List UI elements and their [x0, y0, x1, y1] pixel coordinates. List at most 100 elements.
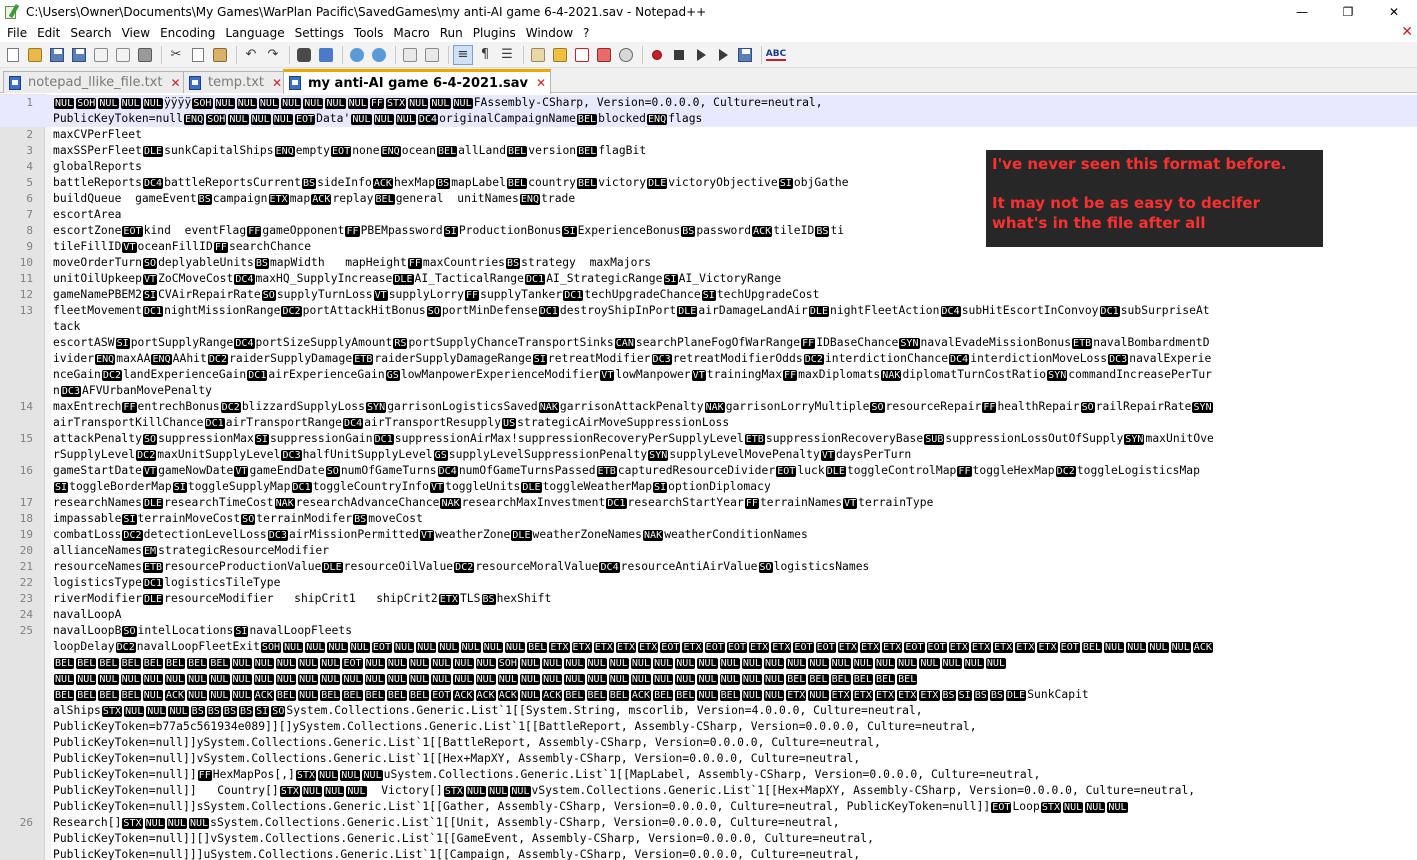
menu-run[interactable]: Run [436, 26, 467, 40]
menu-language[interactable]: Language [221, 26, 288, 40]
redo-icon[interactable]: ↷ [263, 45, 283, 65]
editor-line[interactable]: 24 navalLoopA [0, 607, 1417, 623]
find-icon[interactable] [294, 45, 314, 65]
editor-line[interactable]: PublicKeyToken=null]]]uSystem.Collection… [0, 847, 1417, 860]
editor-line[interactable]: PublicKeyToken=null]] FF HexMapPos[,] STX NU… [0, 767, 1417, 783]
user-lang-icon[interactable] [528, 45, 548, 65]
replace-icon[interactable] [316, 45, 336, 65]
monitoring-icon[interactable] [616, 45, 636, 65]
new-file-icon[interactable] [3, 45, 23, 65]
editor-line[interactable]: 17 researchNames DLE researchTimeCost NAK res… [0, 495, 1417, 511]
editor-line[interactable]: 18 impassable SI terrainMoveCost SO terrainMo… [0, 511, 1417, 527]
menu-view[interactable]: View [118, 26, 154, 40]
function-list-icon[interactable] [572, 45, 592, 65]
menu-settings[interactable]: Settings [291, 26, 348, 40]
restore-button[interactable]: ❐ [1325, 0, 1371, 23]
tab-close-icon[interactable]: ✕ [170, 76, 180, 90]
editor-line[interactable]: SI toggleBorderMap SI toggleSupplyMap DC1 tog… [0, 479, 1417, 495]
sync-vertical-icon[interactable] [400, 45, 420, 65]
tab-notepad-llike-file[interactable]: notepad_llike_file.txt ✕ [3, 71, 186, 93]
editor-line[interactable]: PublicKeyToken=null]]sSystem.Collections… [0, 799, 1417, 815]
editor-line[interactable]: PublicKeyToken=null]]vSystem.Collections… [0, 751, 1417, 767]
indent-guide-icon[interactable]: ☰ [497, 45, 517, 65]
paste-icon[interactable] [210, 45, 230, 65]
play-macro-icon[interactable] [691, 45, 711, 65]
control-char-badge: NUL [342, 674, 363, 685]
editor-line[interactable]: PublicKeyToken=null]] Country[] STX NUL NUL… [0, 783, 1417, 799]
control-char-badge: SO [1080, 402, 1095, 413]
editor-line[interactable]: 1 NUL SOH NUL NUL NUL ÿÿÿÿ SOH NUL NUL NUL NUL NUL NU… [0, 95, 1417, 111]
editor-line[interactable]: rSupplyLevel DC2 maxUnitSupplyLevel DC3 half… [0, 447, 1417, 463]
doc-map-icon[interactable] [550, 45, 570, 65]
editor-line[interactable]: PublicKeyToken=null]][]vSystem.Collectio… [0, 831, 1417, 847]
editor-line[interactable]: tack [0, 319, 1417, 335]
spell-check-icon[interactable]: ABC [765, 45, 787, 65]
print-icon[interactable] [135, 45, 155, 65]
close-button[interactable]: ✕ [1371, 0, 1417, 23]
copy-icon[interactable] [188, 45, 208, 65]
editor-line[interactable]: 22 logisticsType DC1 logisticsTileType [0, 575, 1417, 591]
editor-line[interactable]: BEL BEL BEL BEL NUL ACK NUL NUL NUL ACK BEL NUL BEL B… [0, 687, 1417, 703]
editor-line[interactable]: 2 maxCVPerFleet [0, 127, 1417, 143]
run-macro-multiple-icon[interactable] [713, 45, 733, 65]
editor-line[interactable]: 21 resourceNames ETB resourceProductionValu… [0, 559, 1417, 575]
editor-line[interactable]: PublicKeyToken=b77a5c561934e089]][]ySyst… [0, 719, 1417, 735]
editor-line[interactable]: PublicKeyToken=null]]ySystem.Collections… [0, 735, 1417, 751]
editor-line[interactable]: 15 attackPenalty SO suppressionMax SI suppres… [0, 431, 1417, 447]
menu-tools[interactable]: Tools [350, 26, 388, 40]
editor-line[interactable]: escortASW SI portSupplyRange DC4 portSizeSup… [0, 335, 1417, 351]
menu-plugins[interactable]: Plugins [469, 26, 520, 40]
editor-line[interactable]: n DC3 AFVUrbanMovePenalty [0, 383, 1417, 399]
tab-temp[interactable]: temp.txt ✕ [183, 71, 288, 93]
tab-close-icon[interactable]: ✕ [272, 76, 282, 90]
menu-window[interactable]: Window [522, 26, 577, 40]
close-all-icon[interactable] [113, 45, 133, 65]
editor-line[interactable]: 25 navalLoopB SO intelLocations SI navalLoopF… [0, 623, 1417, 639]
close-document-icon[interactable]: ✕ [1401, 24, 1413, 40]
menu-file[interactable]: File [3, 26, 31, 40]
tab-close-icon[interactable]: ✕ [536, 76, 546, 90]
undo-icon[interactable]: ↶ [241, 45, 261, 65]
editor-line[interactable]: 10 moveOrderTurn SO deplyableUnits BS mapWidt… [0, 255, 1417, 271]
control-char-badge: FF [369, 98, 384, 109]
editor-line[interactable]: 26 Research[] STX NUL NUL NUL sSystem.Collecti… [0, 815, 1417, 831]
word-wrap-icon[interactable]: ≡ [453, 44, 473, 65]
editor-line[interactable]: 14 maxEntrech FF entrechBonus DC2 blizzardSup… [0, 399, 1417, 415]
save-icon[interactable] [47, 45, 67, 65]
stop-record-icon[interactable] [669, 45, 689, 65]
show-all-chars-icon[interactable]: ¶ [475, 45, 495, 65]
zoom-out-icon[interactable] [369, 45, 389, 65]
editor-line[interactable]: 12 gameNamePBEM2 SI CVAirRepairRate SO supply… [0, 287, 1417, 303]
editor-line[interactable]: 19 combatLoss DC2 detectionLevelLoss DC3 airM… [0, 527, 1417, 543]
minimize-button[interactable]: — [1279, 0, 1325, 23]
cut-icon[interactable]: ✂ [166, 45, 186, 65]
menu-search[interactable]: Search [66, 26, 115, 40]
control-char-badge: NUL [697, 658, 718, 669]
close-icon[interactable] [91, 45, 111, 65]
editor-line[interactable]: airTransportKillChance DC1 airTransportRan… [0, 415, 1417, 431]
save-macro-icon[interactable] [735, 45, 755, 65]
editor-line[interactable]: alShips STX NUL NUL NUL BS BS BS BS SI SO System.Co… [0, 703, 1417, 719]
editor-line[interactable]: PublicKeyToken=null ENQ SOH NUL NUL NUL EOT Dat… [0, 111, 1417, 127]
save-all-icon[interactable] [69, 45, 89, 65]
tab-my-anti-ai-game[interactable]: my anti-AI game 6-4-2021.sav ✕ [283, 69, 552, 94]
zoom-in-icon[interactable] [347, 45, 367, 65]
editor-line[interactable]: 11 unitOilUpkeep VT ZoCMoveCost DC4 maxHQ_Sup… [0, 271, 1417, 287]
editor-line[interactable]: loopDelay DC2 navalLoopFleetExit SOH NUL NUL N… [0, 639, 1417, 655]
editor-line[interactable]: 13 fleetMovement DC1 nightMissionRange DC2 po… [0, 303, 1417, 319]
editor-line[interactable]: ivider ENQ maxAA ENQ AAhit DC2 raiderSupplyDam… [0, 351, 1417, 367]
menu-encoding[interactable]: Encoding [156, 26, 219, 40]
editor-line[interactable]: BEL BEL BEL BEL BEL BEL BEL BEL NUL NUL NUL NUL NUL E… [0, 655, 1417, 671]
editor-line[interactable]: nceGain DC2 landExperienceGain DC1 airExperi… [0, 367, 1417, 383]
editor-line[interactable]: 23 riverModifier DLE resourceModifier shipC… [0, 591, 1417, 607]
folder-workspace-icon[interactable] [594, 45, 614, 65]
menu-help[interactable]: ? [579, 26, 593, 40]
editor-line[interactable]: 20 allianceNames EM strategicResourceModifi… [0, 543, 1417, 559]
editor-line[interactable]: NUL NUL NUL NUL NUL NUL NUL NUL NUL NUL NUL NUL NUL N… [0, 671, 1417, 687]
sync-horizontal-icon[interactable] [422, 45, 442, 65]
record-macro-icon[interactable] [647, 45, 667, 65]
menu-edit[interactable]: Edit [33, 26, 64, 40]
editor-line[interactable]: 16 gameStartDate VT gameNowDate VT gameEndDat… [0, 463, 1417, 479]
menu-macro[interactable]: Macro [389, 26, 433, 40]
open-file-icon[interactable] [25, 45, 45, 65]
